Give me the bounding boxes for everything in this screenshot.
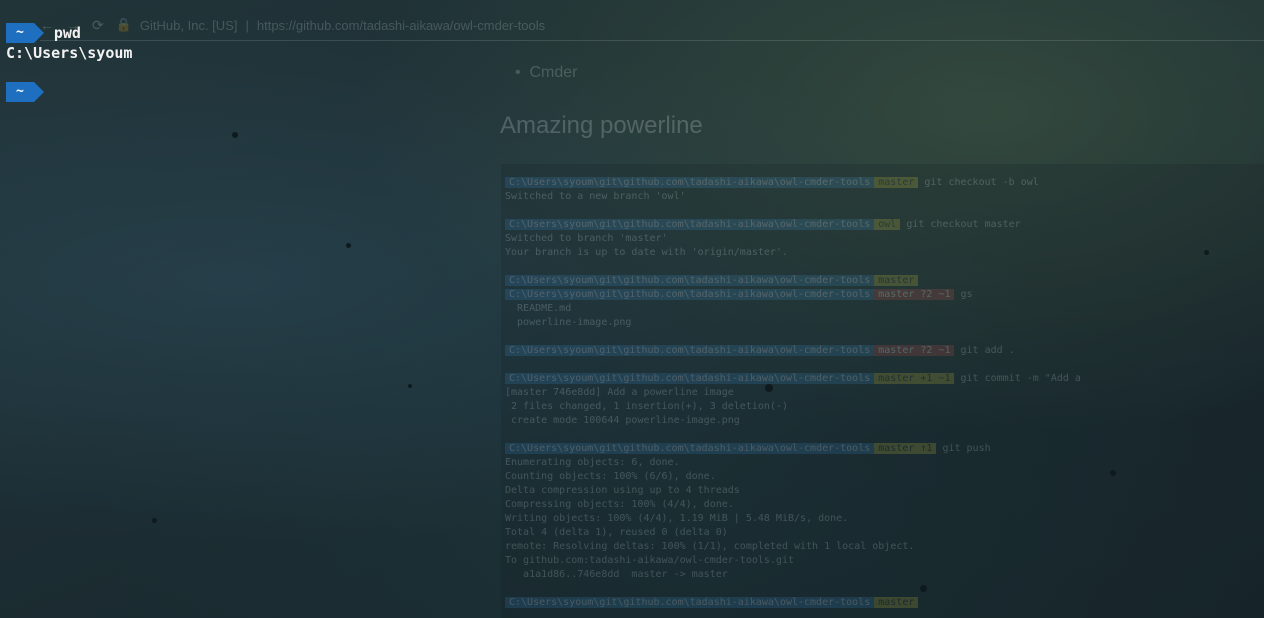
terminal-window[interactable]: ← → ⟳ 🔒 GitHub, Inc. [US] | https://gith…: [0, 0, 1264, 618]
prompt-segment-home: ~: [6, 82, 44, 102]
command-text: pwd: [53, 24, 81, 42]
command-output: C:\Users\syoum: [6, 44, 133, 62]
prompt-line-2[interactable]: ~: [6, 82, 54, 102]
prompt-line-1: ~ pwd: [6, 23, 81, 43]
terminal-content[interactable]: ~ pwd C:\Users\syoum ~: [0, 0, 1264, 618]
prompt-segment-home: ~: [6, 23, 44, 43]
